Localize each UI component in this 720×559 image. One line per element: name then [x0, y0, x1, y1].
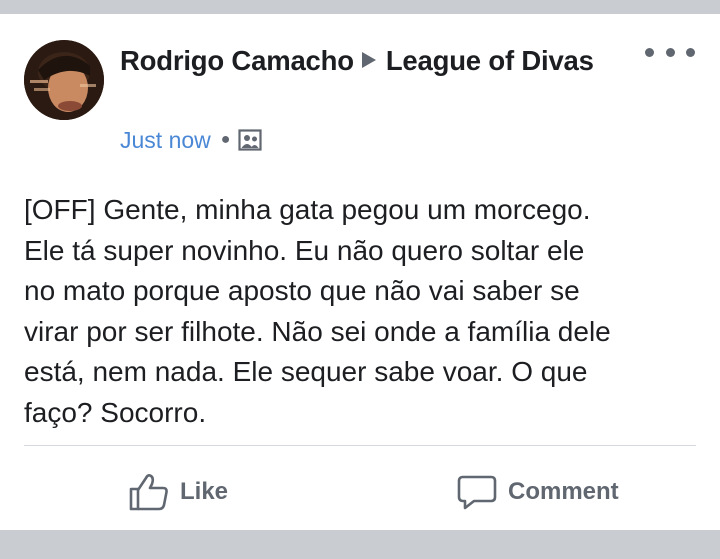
group-members-icon [238, 129, 263, 151]
comment-label: Comment [508, 478, 619, 505]
more-options-icon[interactable] [645, 42, 695, 62]
like-label: Like [180, 478, 229, 505]
separator-dot: ● [220, 131, 231, 148]
more-dot [645, 47, 654, 57]
post-body-text: [OFF] Gente, minha gata pegou um morcego… [24, 194, 611, 428]
group-name[interactable]: League of Divas [386, 45, 594, 76]
like-button[interactable]: Like [128, 472, 228, 512]
comment-button[interactable]: Comment [456, 472, 619, 512]
more-dot [686, 47, 695, 57]
arrow-right-icon [361, 52, 376, 68]
author-name[interactable]: Rodrigo Camacho [120, 45, 354, 76]
actions-divider [24, 445, 696, 446]
more-dot [665, 47, 675, 57]
avatar-photo [24, 40, 104, 120]
post-header-title: Rodrigo Camacho League of Divas [120, 42, 600, 80]
post-card: Rodrigo Camacho League of Divas Just now … [0, 14, 720, 530]
comment-bubble-icon [457, 475, 497, 510]
post-timestamp[interactable]: Just now [120, 127, 211, 154]
thumbs-up-icon [129, 474, 168, 511]
author-avatar[interactable] [24, 40, 104, 120]
post-meta: Just now ● [120, 124, 263, 156]
